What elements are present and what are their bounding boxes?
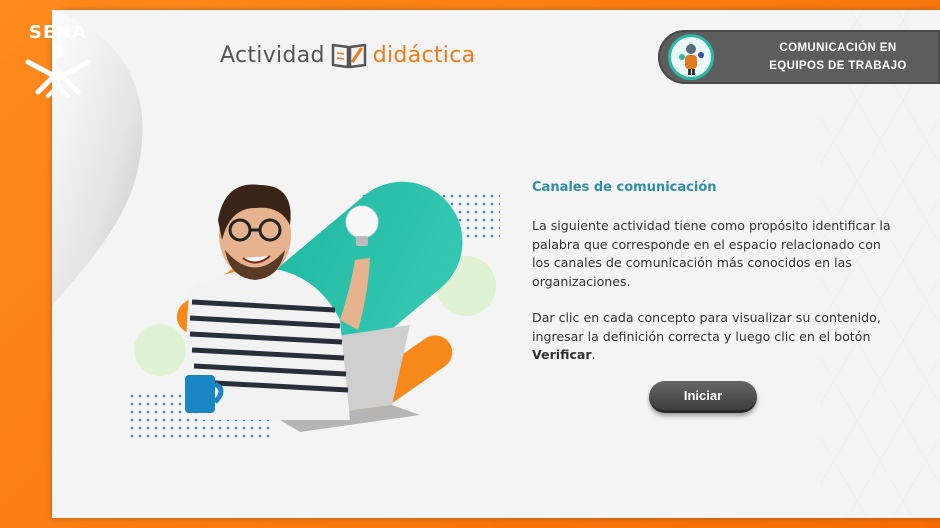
instructions-text: Dar clic en cada concepto para visualiza… xyxy=(532,310,881,344)
book-icon xyxy=(331,43,366,69)
sena-logo-text: SENA xyxy=(28,22,88,43)
description-paragraph-2: Dar clic en cada concepto para visualiza… xyxy=(532,309,892,365)
description-paragraph-1: La siguiente actividad tiene como propós… xyxy=(532,218,891,289)
topic-title-line-1: COMUNICACIÓN EN xyxy=(779,42,897,54)
activity-description: Canales de comunicación La siguiente act… xyxy=(532,180,892,365)
section-title: Canales de comunicación xyxy=(532,180,717,195)
sena-emblem-icon xyxy=(25,45,91,98)
hero-illustration xyxy=(130,181,500,438)
instructions-end: . xyxy=(591,347,596,362)
start-button[interactable]: Iniciar xyxy=(649,381,757,413)
topic-title-line-2: EQUIPOS DE TRABAJO xyxy=(769,60,907,72)
topic-title: COMUNICACIÓN EN EQUIPOS DE TRABAJO xyxy=(738,39,938,75)
activity-title-word-2: didáctica xyxy=(372,42,476,68)
team-avatar-icon xyxy=(668,34,714,80)
topic-badge: COMUNICACIÓN EN EQUIPOS DE TRABAJO xyxy=(658,30,940,84)
sena-logo: SENA xyxy=(18,22,98,98)
activity-title-word: Actividad xyxy=(220,42,325,68)
light-bulb-icon xyxy=(345,205,379,239)
verify-keyword: Verificar xyxy=(532,347,592,362)
mug xyxy=(185,375,215,413)
activity-title: Actividad didáctica xyxy=(220,40,475,70)
green-circle-left xyxy=(134,324,186,376)
